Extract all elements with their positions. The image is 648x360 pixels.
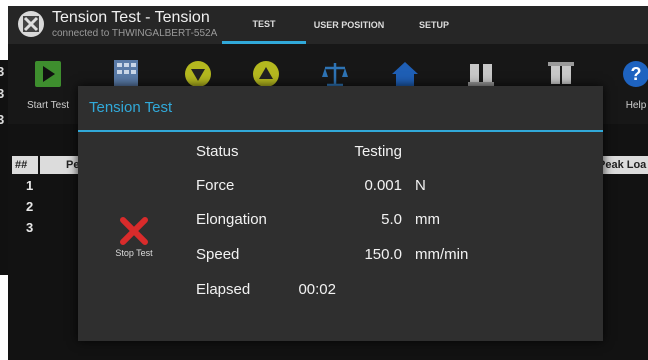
dialog-title: Tension Test — [89, 99, 173, 116]
arrow-down-circle-icon — [185, 61, 211, 87]
table-row[interactable]: 1 — [26, 178, 33, 193]
edge-fragment: 3 — [0, 86, 5, 101]
background-window-edge: 3 3 3 — [0, 60, 8, 275]
status-label: Status — [196, 143, 239, 160]
table-row[interactable]: 3 — [26, 220, 33, 235]
speed-value: 150.0 — [364, 246, 402, 263]
status-value: Testing — [354, 143, 402, 160]
play-icon — [35, 61, 61, 87]
machine-logo-icon[interactable] — [18, 11, 44, 37]
tab-setup[interactable]: SETUP — [392, 6, 476, 44]
tab-test[interactable]: TEST — [222, 6, 306, 44]
dialog-divider — [78, 130, 603, 132]
tension-test-dialog: Tension Test Stop Test Status Testing Fo… — [78, 86, 603, 341]
force-value: 0.001 — [364, 177, 402, 194]
app-window: Tension Test - Tension connected to THWI… — [8, 6, 648, 360]
tab-user-position[interactable]: USER POSITION — [306, 6, 392, 44]
scale-icon — [322, 63, 348, 87]
app-title: Tension Test - Tension — [52, 9, 210, 26]
elapsed-label: Elapsed — [196, 281, 251, 298]
stop-x-icon — [120, 217, 148, 245]
start-test-button[interactable]: Start Test — [13, 50, 83, 111]
help-icon: ? — [623, 61, 648, 87]
grips-closed-icon — [548, 62, 574, 84]
stop-test-button[interactable]: Stop Test — [110, 214, 158, 264]
elapsed-value: 00:02 — [298, 281, 336, 298]
home-icon — [392, 62, 418, 86]
grips-open-icon — [468, 64, 494, 86]
edge-fragment: 3 — [0, 64, 5, 79]
force-label: Force — [196, 177, 235, 194]
title-bar: Tension Test - Tension connected to THWI… — [8, 6, 648, 44]
table-row[interactable]: 2 — [26, 199, 33, 214]
help-label: Help — [625, 100, 647, 111]
force-unit: N — [415, 177, 426, 194]
speed-unit: mm/min — [415, 246, 469, 263]
speed-label: Speed — [196, 246, 240, 263]
elongation-label: Elongation — [196, 211, 267, 228]
connection-status: connected to THWINGALBERT-552A — [52, 28, 218, 39]
edge-fragment: 3 — [0, 112, 5, 127]
elongation-unit: mm — [415, 211, 440, 228]
calculator-icon — [114, 60, 138, 88]
help-button[interactable]: ? Help — [601, 50, 648, 111]
start-test-label: Start Test — [26, 100, 70, 111]
arrow-up-circle-icon — [253, 61, 279, 87]
column-header[interactable]: ## — [12, 156, 38, 174]
stop-test-label: Stop Test — [115, 248, 153, 258]
elongation-value: 5.0 — [381, 211, 402, 228]
svg-text:?: ? — [631, 64, 642, 84]
